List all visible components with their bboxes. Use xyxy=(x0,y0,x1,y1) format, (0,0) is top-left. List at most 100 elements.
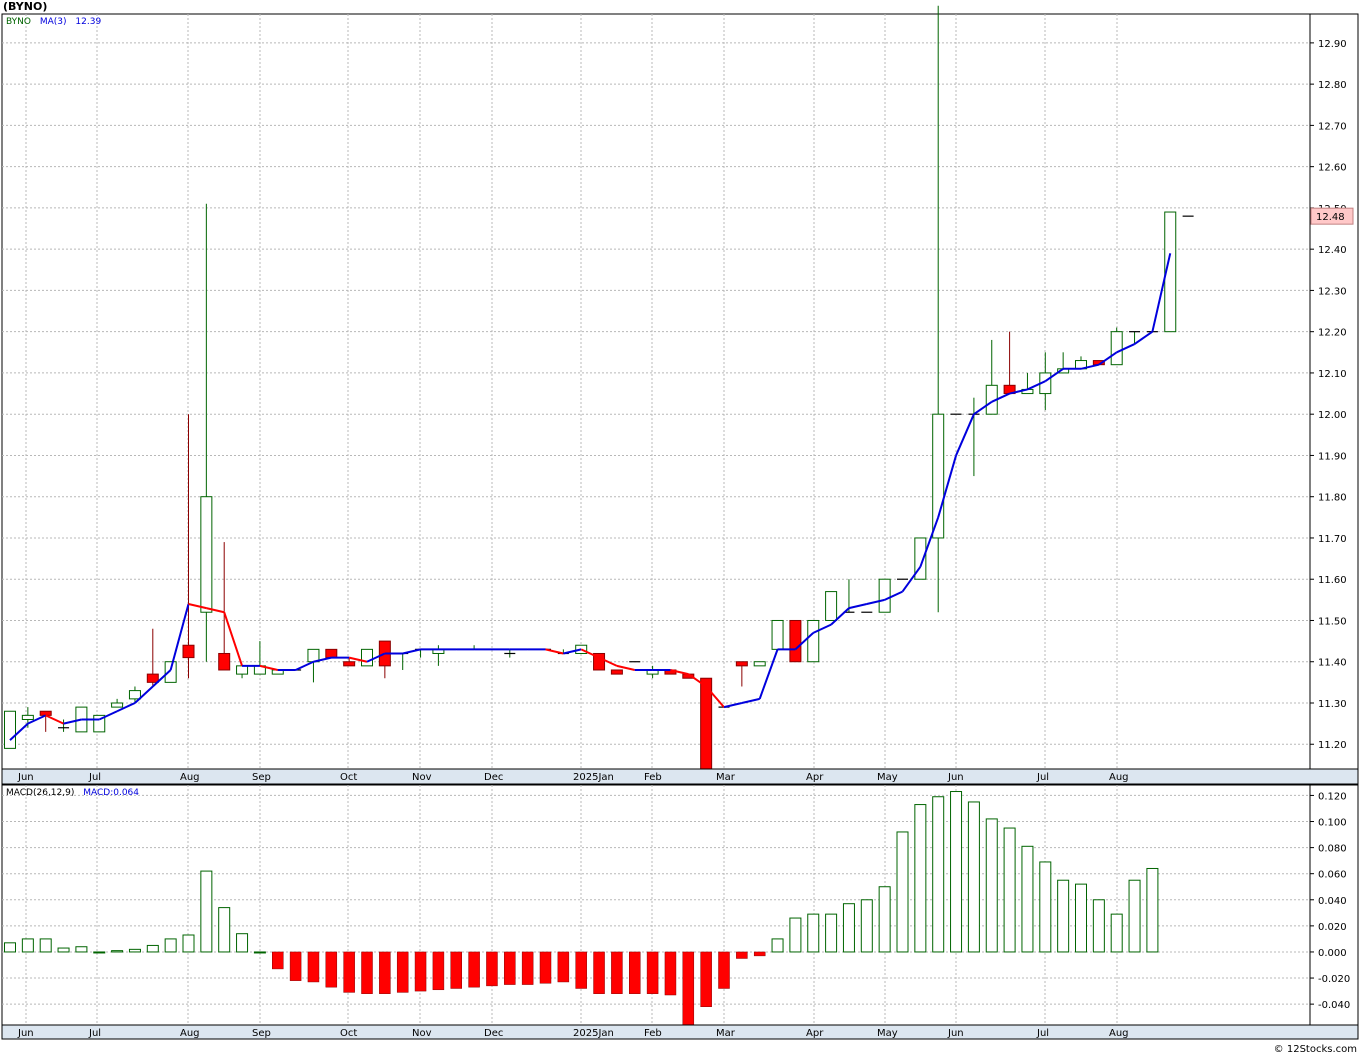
price-tick-label: 12.40 xyxy=(1318,245,1347,256)
month-tick-label: Aug xyxy=(180,772,200,783)
candle-body xyxy=(111,702,124,708)
watermark: © 12Stocks.com xyxy=(1273,1044,1357,1055)
macd-bar xyxy=(878,886,891,953)
price-tick-label: 11.30 xyxy=(1318,699,1347,710)
candle-body xyxy=(325,648,338,659)
month-tick-label: Apr xyxy=(806,1028,824,1039)
month-tick-label: Mar xyxy=(716,772,736,783)
stock-chart: 11.20 11.30 11.40 11.50 11.60 11.70 11.80 11.90… xyxy=(1,5,1359,1040)
candle-body xyxy=(789,619,802,663)
macd-bar xyxy=(629,951,641,994)
candle-body xyxy=(807,619,820,663)
month-tick-label: Aug xyxy=(180,1028,200,1039)
macd-bar xyxy=(200,870,213,953)
macd-bar xyxy=(1110,913,1123,953)
candle-body xyxy=(182,644,195,659)
macd-bar xyxy=(539,951,552,984)
price-tick-label: 12.90 xyxy=(1318,39,1347,50)
macd-bar xyxy=(21,938,34,953)
price-panel: 11.20 11.30 11.40 11.50 11.60 11.70 11.80 11.90… xyxy=(1,5,1359,774)
macd-bar xyxy=(39,938,52,953)
price-legend: BYNO MA(3) 12.39 xyxy=(6,17,101,27)
macd-bar xyxy=(682,951,695,1027)
macd-bar xyxy=(914,804,927,953)
candle-body xyxy=(39,710,52,716)
price-month-axis: Jun Jul Aug Sep Oct Nov Dec 2025Jan Feb Mar Apr May… xyxy=(1,768,1359,785)
macd-bar xyxy=(753,951,766,957)
macd-bar xyxy=(1003,827,1016,953)
price-tick-label: 11.70 xyxy=(1318,534,1347,545)
macd-bar xyxy=(611,951,623,994)
price-tick-label: 11.60 xyxy=(1318,575,1347,586)
macd-bar xyxy=(646,951,659,994)
month-tick-label: Sep xyxy=(252,772,271,783)
macd-bar xyxy=(700,951,712,1007)
candle-body xyxy=(878,578,891,613)
candle-body xyxy=(735,661,748,667)
month-tick-label: Apr xyxy=(806,772,824,783)
month-tick-label: Jul xyxy=(1036,1028,1049,1039)
macd-bar xyxy=(111,950,124,953)
month-tick-label: Jun xyxy=(17,772,34,783)
macd-legend: MACD(26,12,9) MACD:0.064 xyxy=(6,788,139,798)
price-tick-label: 12.00 xyxy=(1318,410,1347,421)
candle-body xyxy=(218,652,231,671)
month-axis-band xyxy=(1,768,1359,785)
macd-bar xyxy=(664,951,677,996)
macd-bar xyxy=(182,934,195,953)
macd-bar xyxy=(967,801,980,953)
macd-bar xyxy=(432,951,445,991)
price-tick-label: 11.80 xyxy=(1318,493,1347,504)
macd-tick-label: 0.120 xyxy=(1318,791,1347,802)
macd-bar xyxy=(1021,845,1034,953)
candle-body xyxy=(146,673,159,683)
macd-bar xyxy=(1039,861,1052,953)
macd-bar xyxy=(771,938,784,953)
macd-bar xyxy=(896,831,909,953)
legend-ma-label: MA(3) xyxy=(40,17,67,27)
macd-bar xyxy=(985,818,998,953)
month-tick-label: Dec xyxy=(484,772,503,783)
month-tick-label: 2025Jan xyxy=(573,772,614,783)
month-tick-label: Jun xyxy=(947,772,964,783)
macd-bar xyxy=(1057,879,1070,953)
macd-tick-label: 0.080 xyxy=(1318,844,1347,855)
macd-bar xyxy=(1092,899,1105,953)
macd-bar xyxy=(253,951,266,954)
macd-bar xyxy=(450,951,462,989)
macd-bar xyxy=(1146,867,1159,953)
current-price-label: 12.48 xyxy=(1316,212,1345,223)
macd-bar xyxy=(842,903,855,953)
macd-legend-label: MACD(26,12,9) xyxy=(6,788,74,798)
macd-bar xyxy=(128,948,141,953)
macd-bar xyxy=(950,791,963,953)
macd-bar xyxy=(236,933,249,953)
macd-bar xyxy=(396,951,409,993)
macd-tick-label: -0.040 xyxy=(1318,1000,1350,1011)
macd-tick-label: 0.020 xyxy=(1318,922,1347,933)
price-plot-frame xyxy=(1,13,1311,770)
macd-bar xyxy=(807,913,820,953)
candle-body xyxy=(200,496,213,613)
macd-panel: -0.040 -0.020 0.000 0.020 0.040 0.060 0.080 0.1… xyxy=(1,784,1359,1027)
macd-bar xyxy=(75,946,88,953)
price-tick-label: 11.20 xyxy=(1318,740,1347,751)
month-tick-label: May xyxy=(877,1028,898,1039)
candle-body xyxy=(236,665,249,675)
price-tick-label: 11.50 xyxy=(1318,616,1347,627)
macd-bar xyxy=(575,951,587,989)
macd-bar xyxy=(307,951,320,983)
month-tick-label: Dec xyxy=(484,1028,503,1039)
macd-bar xyxy=(93,951,106,954)
month-tick-label: Jun xyxy=(17,1028,34,1039)
macd-bar xyxy=(146,944,159,953)
macd-bar xyxy=(164,938,177,953)
macd-bar xyxy=(718,951,730,989)
candle-body xyxy=(361,648,373,667)
candle-body xyxy=(753,661,766,667)
macd-bar xyxy=(4,942,16,953)
candle-body xyxy=(4,710,16,749)
macd-bar xyxy=(593,951,605,994)
candle-body xyxy=(343,661,356,667)
month-tick-label: Jul xyxy=(1036,772,1049,783)
